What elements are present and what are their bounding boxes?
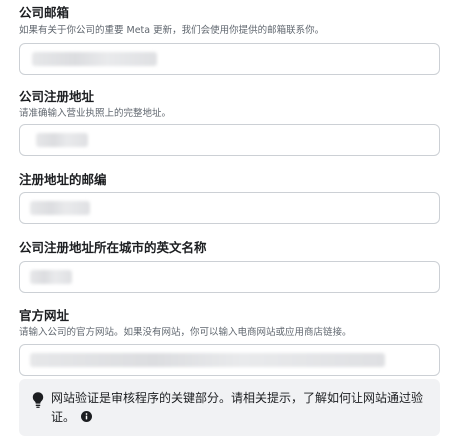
company-email-input[interactable]: [19, 43, 440, 75]
website-verification-notice: 网站验证是审核程序的关键部分。请相关提示，了解如何让网站通过验证。: [19, 379, 440, 436]
redacted-value: [32, 52, 157, 66]
city-english-name-input[interactable]: [19, 261, 440, 293]
redacted-value: [36, 133, 88, 147]
company-email-hint: 如果有关于你公司的重要 Meta 更新，我们会使用你提供的邮箱联系你。: [19, 25, 325, 36]
company-email-label: 公司邮箱: [19, 5, 70, 20]
registered-address-label: 公司注册地址: [19, 89, 95, 104]
business-info-form: 公司邮箱 如果有关于你公司的重要 Meta 更新，我们会使用你提供的邮箱联系你。…: [0, 0, 456, 443]
info-icon[interactable]: [81, 411, 93, 422]
city-english-name-field: 公司注册地址所在城市的英文名称: [19, 240, 440, 293]
registered-address-field: 公司注册地址 请准确输入营业执照上的完整地址。: [19, 89, 440, 156]
redacted-value: [30, 201, 90, 215]
company-email-field: 公司邮箱 如果有关于你公司的重要 Meta 更新，我们会使用你提供的邮箱联系你。: [19, 5, 440, 75]
registered-address-input[interactable]: [19, 124, 440, 156]
official-website-hint: 请输入公司的官方网站。如果没有网站，你可以输入电商网站或应用商店链接。: [19, 327, 352, 338]
postal-code-input[interactable]: [19, 192, 440, 224]
official-website-input[interactable]: [19, 344, 440, 376]
redacted-value: [30, 353, 385, 367]
notice-text: 网站验证是审核程序的关键部分。请相关提示，了解如何让网站通过验证。: [51, 391, 424, 424]
postal-code-field: 注册地址的邮编: [19, 172, 440, 224]
redacted-value: [30, 270, 72, 284]
official-website-field: 官方网址 请输入公司的官方网站。如果没有网站，你可以输入电商网站或应用商店链接。: [19, 308, 440, 376]
notice-text-block: 网站验证是审核程序的关键部分。请相关提示，了解如何让网站通过验证。: [51, 389, 431, 427]
lightbulb-icon: [32, 392, 44, 408]
official-website-label: 官方网址: [19, 308, 70, 323]
city-english-name-label: 公司注册地址所在城市的英文名称: [19, 240, 207, 255]
registered-address-hint: 请准确输入营业执照上的完整地址。: [19, 108, 172, 119]
postal-code-label: 注册地址的邮编: [19, 172, 107, 187]
